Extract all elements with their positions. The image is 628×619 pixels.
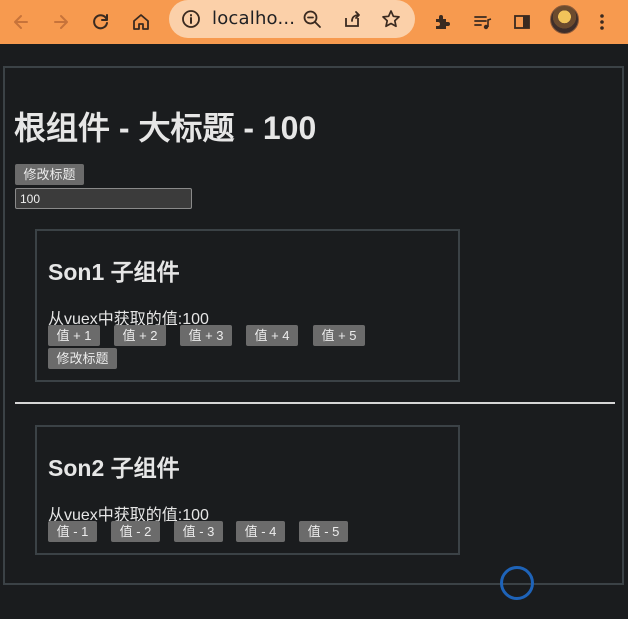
reload-button[interactable] bbox=[85, 6, 117, 38]
forward-icon bbox=[54, 15, 68, 29]
divider bbox=[15, 402, 615, 404]
browser-toolbar: localho... bbox=[0, 0, 628, 44]
menu-icon bbox=[600, 14, 604, 30]
son1-edit-title-button[interactable]: 修改标题 bbox=[48, 348, 117, 369]
home-icon bbox=[133, 14, 149, 30]
son1-title: Son1 子组件 bbox=[48, 259, 180, 285]
floating-circle-icon[interactable] bbox=[500, 566, 534, 600]
menu-button[interactable] bbox=[586, 6, 618, 38]
share-icon[interactable] bbox=[342, 9, 362, 34]
son1-add-5-button[interactable]: 值 + 5 bbox=[313, 325, 365, 346]
extensions-icon bbox=[436, 15, 450, 29]
home-button[interactable] bbox=[125, 6, 157, 38]
info-icon[interactable] bbox=[181, 9, 201, 34]
forward-button[interactable] bbox=[45, 6, 77, 38]
address-text[interactable]: localho... bbox=[212, 8, 295, 29]
media-button[interactable] bbox=[466, 6, 498, 38]
son1-add-1-button[interactable]: 值 + 1 bbox=[48, 325, 100, 346]
sidepanel-icon bbox=[514, 15, 530, 29]
address-bar[interactable]: localho... bbox=[169, 0, 415, 38]
sidepanel-button[interactable] bbox=[506, 6, 538, 38]
son1-add-3-button[interactable]: 值 + 3 bbox=[180, 325, 232, 346]
son2-sub-3-button[interactable]: 值 - 3 bbox=[174, 521, 223, 542]
son1-add-2-button[interactable]: 值 + 2 bbox=[114, 325, 166, 346]
extensions-button[interactable] bbox=[426, 6, 458, 38]
avatar[interactable] bbox=[550, 5, 579, 34]
son2-sub-2-button[interactable]: 值 - 2 bbox=[111, 521, 160, 542]
root-title: 根组件 - 大标题 - 100 bbox=[14, 110, 317, 146]
star-icon[interactable] bbox=[381, 9, 401, 34]
back-icon bbox=[14, 15, 28, 29]
son2-sub-1-button[interactable]: 值 - 1 bbox=[48, 521, 97, 542]
son2-title: Son2 子组件 bbox=[48, 455, 180, 481]
son2-sub-4-button[interactable]: 值 - 4 bbox=[236, 521, 285, 542]
son1-add-4-button[interactable]: 值 + 4 bbox=[246, 325, 298, 346]
page-content: 根组件 - 大标题 - 100 修改标题 Son1 子组件 从vuex中获取的值… bbox=[0, 44, 628, 619]
son2-sub-5-button[interactable]: 值 - 5 bbox=[299, 521, 348, 542]
zoom-icon[interactable] bbox=[302, 9, 322, 34]
root-title-input[interactable] bbox=[15, 188, 192, 209]
reload-icon bbox=[93, 14, 108, 30]
son1-component: Son1 子组件 从vuex中获取的值:100 值 + 1 值 + 2 值 + … bbox=[35, 229, 460, 382]
media-icon bbox=[474, 16, 492, 30]
back-button[interactable] bbox=[5, 6, 37, 38]
son2-component: Son2 子组件 从vuex中获取的值:100 值 - 1 值 - 2 值 - … bbox=[35, 425, 460, 555]
root-edit-title-button[interactable]: 修改标题 bbox=[15, 164, 84, 185]
